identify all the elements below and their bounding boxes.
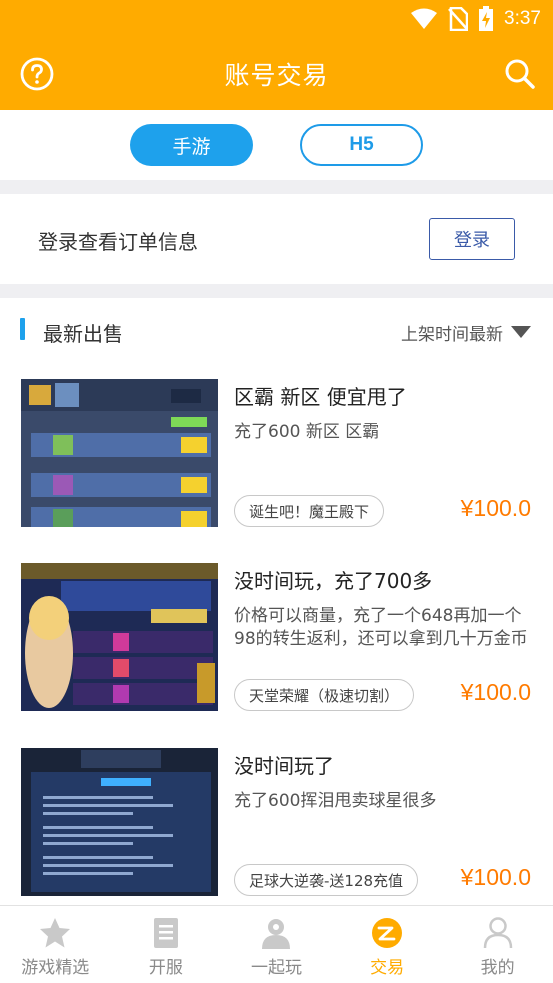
game-tag[interactable]: 天堂荣耀（极速切割）: [234, 679, 415, 711]
listing-item[interactable]: 没时间玩了 充了600挥泪甩卖球星很多 足球大逆袭-送128充值 ¥100.0: [0, 748, 553, 913]
listing-item[interactable]: 没时间玩，充了700多 价格可以商量，充了一个648再加一个98的转生返利，还可…: [0, 563, 553, 728]
latest-sale-header: 最新出售 上架时间最新: [0, 298, 553, 363]
nav-label: 开服: [148, 958, 183, 978]
listing-price: ¥100.0: [460, 864, 531, 890]
listing-title: 没时间玩了: [234, 754, 334, 778]
listing-description: 充了600挥泪甩卖球星很多: [234, 791, 437, 811]
trade-icon: [372, 918, 403, 948]
person-icon: [483, 917, 512, 949]
login-panel: 登录查看订单信息 登录: [0, 194, 553, 284]
listing-description: 充了600 新区 区霸: [234, 422, 380, 442]
status-bar: 3:37: [410, 6, 541, 32]
no-sim-icon: [448, 7, 469, 31]
caret-down-icon: [511, 326, 531, 338]
nav-item-play-together[interactable]: 一起玩: [221, 906, 332, 983]
battery-charging-icon: [479, 6, 494, 31]
nav-label: 我的: [480, 958, 515, 978]
tab-mobile-games[interactable]: 手游: [130, 124, 253, 166]
login-button[interactable]: 登录: [429, 218, 515, 260]
status-time: 3:37: [504, 8, 541, 29]
game-tag[interactable]: 诞生吧！魔王殿下: [234, 495, 385, 527]
listing-price: ¥100.0: [460, 679, 531, 705]
app-header: 3:37 账号交易: [0, 0, 553, 110]
sort-dropdown[interactable]: 上架时间最新: [401, 320, 531, 345]
listing-thumbnail: [21, 379, 218, 527]
listing-title: 区霸 新区 便宜甩了: [234, 385, 407, 409]
listing-thumbnail: [21, 563, 218, 711]
nav-item-featured[interactable]: 游戏精选: [0, 906, 111, 983]
listing-price: ¥100.0: [460, 495, 531, 521]
document-icon: [153, 918, 178, 948]
section-marker: [20, 318, 25, 340]
login-prompt: 登录查看订单信息: [38, 230, 198, 254]
bottom-nav: 游戏精选 开服 一起玩 交易 我的: [0, 905, 553, 983]
nav-label: 一起玩: [250, 958, 302, 978]
divider: [0, 180, 553, 194]
listing-title: 没时间玩，充了700多: [234, 569, 433, 593]
nav-item-servers[interactable]: 开服: [111, 906, 222, 983]
nav-item-trade[interactable]: 交易: [332, 906, 443, 983]
listing-description: 价格可以商量，充了一个648再加一个98的转生返利，还可以拿到几十万金币: [234, 606, 528, 649]
tab-h5[interactable]: H5: [300, 124, 423, 166]
search-icon[interactable]: [503, 57, 537, 91]
star-icon: [40, 918, 71, 948]
nav-label: 交易: [370, 958, 405, 978]
platform-tabs: 手游 H5: [0, 110, 553, 180]
page-title: 账号交易: [224, 61, 329, 90]
wifi-icon: [411, 8, 438, 29]
listing-thumbnail: [21, 748, 218, 896]
people-icon: [262, 919, 291, 949]
game-tag[interactable]: 足球大逆袭-送128充值: [234, 864, 419, 896]
divider: [0, 284, 553, 298]
listing-item[interactable]: 区霸 新区 便宜甩了 充了600 新区 区霸 诞生吧！魔王殿下 ¥100.0: [0, 379, 553, 544]
nav-item-mine[interactable]: 我的: [442, 906, 553, 983]
section-title: 最新出售: [43, 322, 123, 346]
nav-label: 游戏精选: [21, 958, 90, 978]
sort-label: 上架时间最新: [401, 325, 503, 345]
